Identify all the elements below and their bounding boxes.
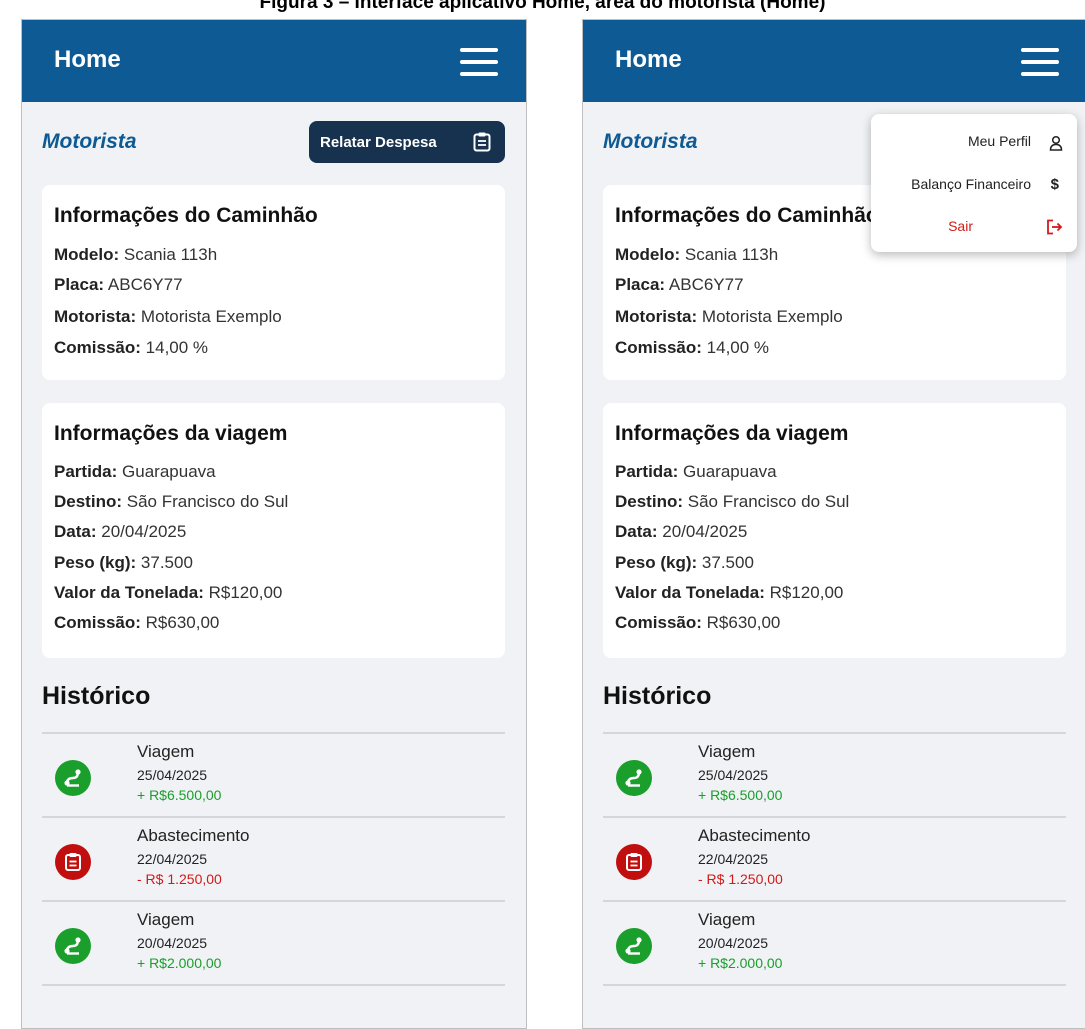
truck-model-row: Modelo: Scania 113h <box>615 245 779 264</box>
report-expense-button[interactable]: Relatar Despesa <box>309 121 505 163</box>
history-item-name: Viagem <box>698 910 756 929</box>
logout-icon <box>1047 219 1063 235</box>
trip-weight-row: Peso (kg): 37.500 <box>615 553 754 572</box>
history-item-date: 20/04/2025 <box>698 935 769 951</box>
history-item-date: 20/04/2025 <box>137 935 208 951</box>
hamburger-icon[interactable] <box>1021 48 1059 76</box>
history-list: Viagem 25/04/2025 + R$6.500,00 Abastecim… <box>42 732 505 986</box>
trip-card-title: Informações da viagem <box>615 422 849 445</box>
history-item[interactable]: Viagem 25/04/2025 + R$6.500,00 <box>42 732 505 816</box>
trip-destination-row: Destino: São Francisco do Sul <box>615 492 850 511</box>
trip-card-title: Informações da viagem <box>54 422 288 445</box>
history-item-name: Abastecimento <box>698 826 811 845</box>
phone-screen-home: Home Motorista Relatar Despesa Informaçõ… <box>21 19 527 1029</box>
history-title: Histórico <box>42 682 151 710</box>
figure-caption: Figura 3 – Interface aplicativo Home, ár… <box>259 0 826 13</box>
history-item-amount: + R$2.000,00 <box>698 955 783 971</box>
trip-commission-row: Comissão: R$630,00 <box>615 613 781 632</box>
trip-commission-row: Comissão: R$630,00 <box>54 613 220 632</box>
history-item-date: 22/04/2025 <box>698 851 769 867</box>
trip-info-card: Informações da viagem Partida: Guarapuav… <box>603 403 1066 658</box>
history-item-name: Viagem <box>137 910 195 929</box>
menu-item-profile-label: Meu Perfil <box>967 133 1031 149</box>
history-item-date: 25/04/2025 <box>698 767 769 783</box>
trip-ton-value-row: Valor da Tonelada: R$120,00 <box>54 583 283 602</box>
phone-screen-home-menu-open: Home Motorista Informações do Caminhão M… <box>582 19 1085 1029</box>
history-item[interactable]: Abastecimento 22/04/2025 - R$ 1.250,00 <box>603 816 1066 900</box>
history-item-amount: + R$2.000,00 <box>137 955 222 971</box>
truck-info-card: Informações do Caminhão Modelo: Scania 1… <box>42 185 505 380</box>
history-item[interactable]: Abastecimento 22/04/2025 - R$ 1.250,00 <box>42 816 505 900</box>
truck-card-title: Informações do Caminhão <box>54 204 318 227</box>
clipboard-icon <box>55 844 91 880</box>
history-item-name: Abastecimento <box>137 826 250 845</box>
app-bar: Home <box>583 20 1085 102</box>
menu-item-logout[interactable]: Sair <box>871 207 1077 247</box>
user-menu-dropdown: Meu Perfil Balanço Financeiro $ Sair <box>871 114 1077 252</box>
history-item-name: Viagem <box>698 742 756 761</box>
history-item-amount: - R$ 1.250,00 <box>137 871 222 887</box>
app-bar: Home <box>22 20 526 102</box>
menu-item-financial-balance[interactable]: Balanço Financeiro $ <box>871 165 1077 205</box>
dollar-icon: $ <box>1050 176 1059 193</box>
trip-origin-row: Partida: Guarapuava <box>54 462 216 481</box>
truck-driver-row: Motorista: Motorista Exemplo <box>615 307 843 326</box>
trip-info-card: Informações da viagem Partida: Guarapuav… <box>42 403 505 658</box>
trip-ton-value-row: Valor da Tonelada: R$120,00 <box>615 583 844 602</box>
truck-plate-row: Placa: ABC6Y77 <box>54 275 183 294</box>
trip-weight-row: Peso (kg): 37.500 <box>54 553 193 572</box>
truck-card-title: Informações do Caminhão <box>615 204 879 227</box>
history-item-amount: + R$6.500,00 <box>137 787 222 803</box>
menu-item-logout-label: Sair <box>948 218 973 234</box>
history-item[interactable]: Viagem 20/04/2025 + R$2.000,00 <box>42 900 505 986</box>
history-item-amount: + R$6.500,00 <box>698 787 783 803</box>
trip-origin-row: Partida: Guarapuava <box>615 462 777 481</box>
truck-plate-row: Placa: ABC6Y77 <box>615 275 744 294</box>
history-item[interactable]: Viagem 20/04/2025 + R$2.000,00 <box>603 900 1066 986</box>
report-expense-label: Relatar Despesa <box>320 133 437 151</box>
hamburger-icon[interactable] <box>460 48 498 76</box>
truck-commission-row: Comissão: 14,00 % <box>54 338 209 357</box>
history-item-amount: - R$ 1.250,00 <box>698 871 783 887</box>
trip-date-row: Data: 20/04/2025 <box>615 522 748 541</box>
route-icon <box>55 928 91 964</box>
clipboard-icon <box>616 844 652 880</box>
history-list: Viagem 25/04/2025 + R$6.500,00 Abastecim… <box>603 732 1066 986</box>
route-icon <box>616 760 652 796</box>
role-title: Motorista <box>603 130 698 153</box>
clipboard-icon <box>473 132 491 152</box>
history-item[interactable]: Viagem 25/04/2025 + R$6.500,00 <box>603 732 1066 816</box>
app-bar-title: Home <box>615 46 682 73</box>
menu-item-profile[interactable]: Meu Perfil <box>871 122 1077 162</box>
history-item-date: 25/04/2025 <box>137 767 208 783</box>
menu-item-balance-label: Balanço Financeiro <box>911 176 1031 192</box>
route-icon <box>55 760 91 796</box>
role-title: Motorista <box>42 130 137 153</box>
truck-model-row: Modelo: Scania 113h <box>54 245 218 264</box>
trip-date-row: Data: 20/04/2025 <box>54 522 187 541</box>
truck-commission-row: Comissão: 14,00 % <box>615 338 770 357</box>
history-item-name: Viagem <box>137 742 195 761</box>
truck-driver-row: Motorista: Motorista Exemplo <box>54 307 282 326</box>
app-bar-title: Home <box>54 46 121 73</box>
route-icon <box>616 928 652 964</box>
trip-destination-row: Destino: São Francisco do Sul <box>54 492 289 511</box>
history-item-date: 22/04/2025 <box>137 851 208 867</box>
history-title: Histórico <box>603 682 712 710</box>
user-icon <box>1049 135 1063 151</box>
